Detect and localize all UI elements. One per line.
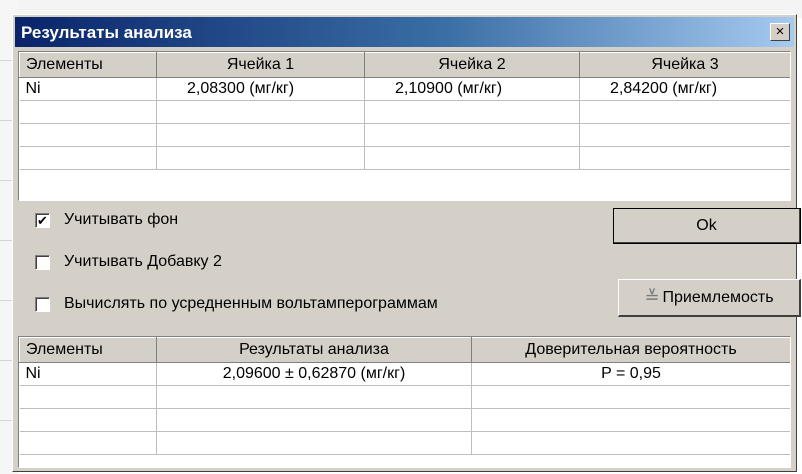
table-row[interactable] — [19, 100, 790, 124]
element-cell — [19, 408, 157, 432]
table-row[interactable] — [19, 146, 790, 170]
confidence-value — [471, 431, 790, 455]
element-cell — [19, 146, 157, 170]
cell-2-value — [364, 100, 580, 124]
column-header-cell-2[interactable]: Ячейка 2 — [364, 52, 580, 78]
element-cell — [19, 100, 157, 124]
close-icon: × — [775, 23, 785, 40]
element-cell: Ni — [19, 362, 157, 386]
checkbox-unchecked-icon[interactable] — [35, 254, 50, 270]
element-cell — [19, 385, 157, 409]
table-row[interactable] — [19, 431, 790, 455]
results-table: Элементы Результаты анализа Доверительна… — [19, 337, 790, 455]
table-row[interactable]: Ni 2,08300 (мг/кг) 2,10900 (мг/кг) 2,842… — [19, 77, 790, 101]
ok-button[interactable]: Ok — [613, 208, 801, 244]
acceptability-button-label: Приемлемость — [662, 288, 774, 306]
ok-button-label: Ok — [696, 216, 717, 234]
column-header-confidence[interactable]: Доверительная вероятность — [471, 337, 790, 363]
element-cell — [19, 123, 157, 147]
element-cell — [19, 431, 157, 455]
confidence-value — [471, 408, 790, 432]
cells-table-frame: Элементы Ячейка 1 Ячейка 2 Ячейка 3 Ni 2… — [18, 51, 791, 201]
column-header-elements[interactable]: Элементы — [19, 337, 157, 363]
cell-2-value — [364, 123, 580, 147]
analysis-results-dialog: Результаты анализа × Элементы Ячейка 1 Я… — [12, 14, 801, 472]
confidence-value — [471, 385, 790, 409]
result-value — [156, 431, 472, 455]
double-chevron-down-icon: ≚ — [644, 287, 660, 307]
acceptability-button[interactable]: ≚ Приемлемость — [618, 279, 801, 317]
result-value — [156, 408, 472, 432]
cells-table-header: Элементы Ячейка 1 Ячейка 2 Ячейка 3 — [19, 52, 790, 78]
background-checkbox[interactable]: ✔ Учитывать фон — [35, 211, 178, 229]
cell-3-value: 2,84200 (мг/кг) — [579, 77, 790, 101]
cell-1-value — [156, 146, 365, 170]
results-table-header: Элементы Результаты анализа Доверительна… — [19, 337, 790, 363]
checkbox-checked-icon[interactable]: ✔ — [35, 212, 50, 228]
additive-checkbox-label: Учитывать Добавку 2 — [64, 253, 222, 270]
averaged-checkbox[interactable]: Вычислять по усредненным вольтамперограм… — [35, 295, 438, 313]
result-value — [156, 385, 472, 409]
close-button[interactable]: × — [770, 23, 790, 41]
element-cell: Ni — [19, 77, 157, 101]
table-row[interactable]: Ni 2,09600 ± 0,62870 (мг/кг) P = 0,95 — [19, 362, 790, 386]
column-header-cell-3[interactable]: Ячейка 3 — [579, 52, 790, 78]
result-value: 2,09600 ± 0,62870 (мг/кг) — [156, 362, 472, 386]
table-row[interactable] — [19, 385, 790, 409]
checkbox-unchecked-icon[interactable] — [35, 296, 50, 312]
cell-1-value: 2,08300 (мг/кг) — [156, 77, 365, 101]
averaged-checkbox-label: Вычислять по усредненным вольтамперограм… — [64, 295, 438, 312]
cell-2-value — [364, 146, 580, 170]
column-header-cell-1[interactable]: Ячейка 1 — [156, 52, 365, 78]
cell-2-value: 2,10900 (мг/кг) — [364, 77, 580, 101]
column-header-elements[interactable]: Элементы — [19, 52, 157, 78]
confidence-value: P = 0,95 — [471, 362, 790, 386]
cell-3-value — [579, 123, 790, 147]
cell-3-value — [579, 146, 790, 170]
title-bar[interactable]: Результаты анализа × — [15, 17, 794, 47]
cell-1-value — [156, 123, 365, 147]
cells-table: Элементы Ячейка 1 Ячейка 2 Ячейка 3 Ni 2… — [19, 52, 790, 170]
background-checkbox-label: Учитывать фон — [64, 211, 179, 228]
cell-1-value — [156, 100, 365, 124]
cell-3-value — [579, 100, 790, 124]
table-row[interactable] — [19, 123, 790, 147]
dialog-title: Результаты анализа — [21, 23, 192, 42]
column-header-results[interactable]: Результаты анализа — [156, 337, 472, 363]
table-row[interactable] — [19, 408, 790, 432]
additive-checkbox[interactable]: Учитывать Добавку 2 — [35, 253, 222, 271]
results-table-frame: Элементы Результаты анализа Доверительна… — [18, 336, 791, 468]
